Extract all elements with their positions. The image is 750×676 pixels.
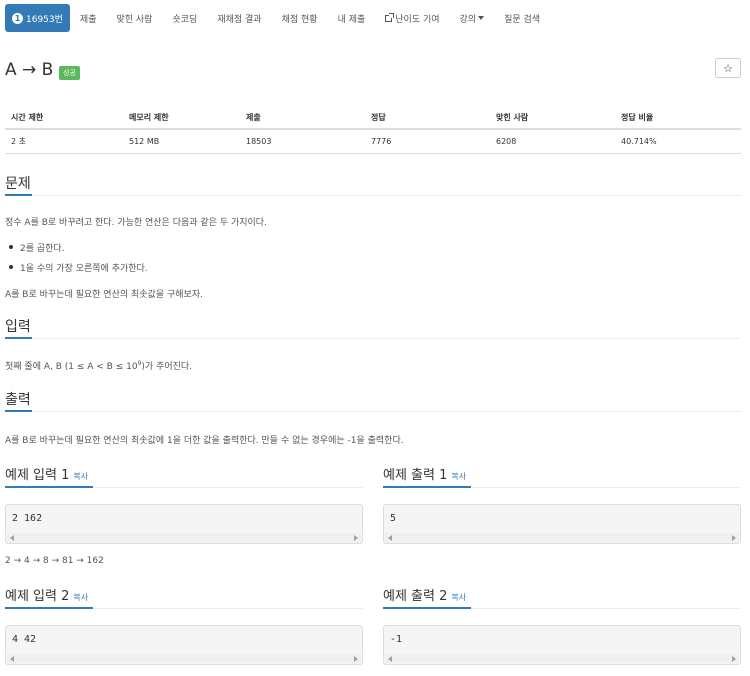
sample-output-2-heading: 예제 출력 2 복사 bbox=[383, 585, 466, 604]
nav-problem-number-label: 16953번 bbox=[26, 14, 63, 25]
heading-underline bbox=[383, 607, 471, 609]
nav-status[interactable]: 채점 현황 bbox=[272, 4, 328, 32]
info-header: 시간 제한 bbox=[5, 107, 123, 130]
sample-output-2-title: 예제 출력 2 bbox=[383, 589, 448, 604]
horizontal-scrollbar[interactable] bbox=[7, 654, 361, 663]
nav-difficulty-label: 난이도 기여 bbox=[395, 14, 440, 25]
scroll-right-icon[interactable] bbox=[732, 656, 736, 662]
output-heading: 출력 bbox=[5, 392, 31, 408]
info-value: 512 MB bbox=[123, 129, 240, 154]
scroll-left-icon[interactable] bbox=[10, 656, 14, 662]
input-heading: 입력 bbox=[5, 319, 31, 335]
status-badge: 성공 bbox=[59, 66, 80, 80]
external-link-icon bbox=[385, 12, 395, 22]
operation-item: 2를 곱한다. bbox=[9, 241, 65, 254]
nav-rejudge[interactable]: 재채점 결과 bbox=[207, 4, 271, 32]
scroll-left-icon[interactable] bbox=[388, 656, 392, 662]
nav-lecture-label: 강의 bbox=[459, 14, 477, 25]
horizontal-scrollbar[interactable] bbox=[385, 533, 739, 542]
sample-output-1-box[interactable]: 5 bbox=[383, 504, 741, 544]
sample-input-2-title: 예제 입력 2 bbox=[5, 589, 70, 604]
divider bbox=[5, 195, 741, 196]
sample-input-1-text: 2 162 bbox=[12, 513, 43, 524]
scroll-right-icon[interactable] bbox=[354, 656, 358, 662]
problem-title: A → B bbox=[5, 60, 54, 80]
info-header: 제출 bbox=[240, 107, 365, 130]
sample-input-2-text: 4 42 bbox=[12, 634, 37, 645]
sample-input-1-title: 예제 입력 1 bbox=[5, 468, 70, 483]
sample-explanation: 2 → 4 → 8 → 81 → 162 bbox=[5, 556, 104, 566]
copy-button[interactable]: 복사 bbox=[73, 593, 88, 602]
divider bbox=[5, 411, 741, 412]
caret-down-icon bbox=[478, 16, 485, 20]
info-value: 40.714% bbox=[615, 129, 741, 154]
input-description: 첫째 줄에 A, B (1 ≤ A < B ≤ 109)가 주어진다. bbox=[5, 359, 193, 373]
nav-submit[interactable]: 제출 bbox=[70, 4, 107, 32]
info-value: 6208 bbox=[490, 129, 615, 154]
sample-output-1-text: 5 bbox=[390, 513, 397, 524]
sample-input-2-box[interactable]: 4 42 bbox=[5, 625, 363, 665]
info-header: 메모리 제한 bbox=[123, 107, 240, 130]
divider bbox=[5, 338, 741, 339]
scroll-right-icon[interactable] bbox=[732, 535, 736, 541]
heading-underline bbox=[5, 194, 32, 196]
info-value: 7776 bbox=[365, 129, 490, 154]
info-header: 정답 bbox=[365, 107, 490, 130]
input-text-a: 첫째 줄에 A, B (1 ≤ A < B ≤ 10 bbox=[5, 362, 138, 372]
nav-lecture[interactable]: 강의 bbox=[450, 4, 495, 32]
problem-heading: 문제 bbox=[5, 176, 31, 192]
heading-underline bbox=[5, 410, 32, 412]
copy-button[interactable]: 복사 bbox=[451, 593, 466, 602]
operation-item: 1을 수의 가장 오른쪽에 추가한다. bbox=[9, 261, 148, 274]
nav-shortcoding[interactable]: 숏코딩 bbox=[162, 4, 207, 32]
sample-input-2-heading: 예제 입력 2 복사 bbox=[5, 585, 88, 604]
input-text-b: )가 주어진다. bbox=[141, 362, 193, 372]
copy-button[interactable]: 복사 bbox=[451, 472, 466, 481]
nav-problem-number[interactable]: 1 16953번 bbox=[5, 4, 70, 32]
heading-underline bbox=[383, 486, 471, 488]
sample-output-2-text: -1 bbox=[390, 634, 403, 645]
heading-underline bbox=[5, 607, 93, 609]
sample-input-1-heading: 예제 입력 1 복사 bbox=[5, 464, 88, 483]
output-description: A를 B로 바꾸는데 필요한 연산의 최솟값에 1을 더한 값을 출력한다. 만… bbox=[5, 436, 404, 446]
horizontal-scrollbar[interactable] bbox=[7, 533, 361, 542]
sample-input-1-box[interactable]: 2 162 bbox=[5, 504, 363, 544]
scroll-left-icon[interactable] bbox=[10, 535, 14, 541]
problem-description-2: A를 B로 바꾸는데 필요한 연산의 최솟값을 구해보자. bbox=[5, 290, 203, 300]
problem-nav: 1 16953번 제출 맞힌 사람 숏코딩 재채점 결과 채점 현황 내 제출 … bbox=[5, 4, 550, 32]
nav-difficulty[interactable]: 난이도 기여 bbox=[375, 4, 449, 32]
level-icon: 1 bbox=[12, 12, 23, 24]
heading-underline bbox=[5, 486, 93, 488]
scroll-left-icon[interactable] bbox=[388, 535, 392, 541]
favorite-star-button[interactable]: ☆ bbox=[715, 58, 741, 78]
sample-output-2-box[interactable]: -1 bbox=[383, 625, 741, 665]
horizontal-scrollbar[interactable] bbox=[385, 654, 739, 663]
sample-output-1-heading: 예제 출력 1 복사 bbox=[383, 464, 466, 483]
problem-info-table: 시간 제한 메모리 제한 제출 정답 맞힌 사람 정답 비율 2 초 512 M… bbox=[5, 107, 741, 154]
info-header: 정답 비율 bbox=[615, 107, 741, 130]
nav-question-search[interactable]: 질문 검색 bbox=[494, 4, 550, 32]
info-value: 18503 bbox=[240, 129, 365, 154]
heading-underline bbox=[5, 337, 32, 339]
info-value: 2 초 bbox=[5, 129, 123, 154]
sample-output-1-title: 예제 출력 1 bbox=[383, 468, 448, 483]
scroll-right-icon[interactable] bbox=[354, 535, 358, 541]
problem-description: 정수 A를 B로 바꾸려고 한다. 가능한 연산은 다음과 같은 두 가지이다. bbox=[5, 218, 267, 228]
nav-solvers[interactable]: 맞힌 사람 bbox=[106, 4, 162, 32]
nav-my-submissions[interactable]: 내 제출 bbox=[328, 4, 376, 32]
info-header: 맞힌 사람 bbox=[490, 107, 615, 130]
copy-button[interactable]: 복사 bbox=[73, 472, 88, 481]
